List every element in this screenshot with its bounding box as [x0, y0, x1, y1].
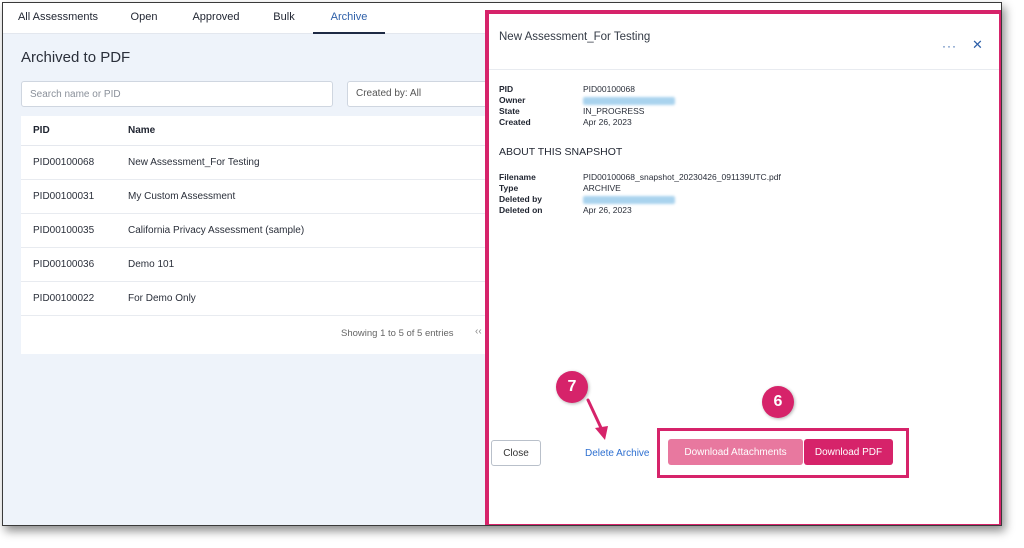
detail-label: State: [499, 106, 520, 116]
detail-label: Deleted by: [499, 194, 542, 204]
row-name: For Demo Only: [128, 293, 196, 304]
detail-value: Apr 26, 2023: [583, 117, 632, 127]
download-attachments-button[interactable]: Download Attachments: [668, 439, 803, 465]
detail-value: Apr 26, 2023: [583, 205, 632, 215]
app-window: All Assessments Open Approved Bulk Archi…: [2, 2, 1002, 526]
table-row[interactable]: PID00100031 My Custom Assessment: [21, 180, 501, 214]
redacted-value: [583, 194, 675, 205]
download-pdf-button[interactable]: Download PDF: [804, 439, 893, 465]
pagination-prev-icon[interactable]: ‹‹: [475, 326, 482, 337]
table-row[interactable]: PID00100022 For Demo Only: [21, 282, 501, 316]
row-pid: PID00100068: [33, 157, 95, 168]
archive-table: PID Name PID00100068 New Assessment_For …: [21, 116, 501, 354]
table-row[interactable]: PID00100035 California Privacy Assessmen…: [21, 214, 501, 248]
row-pid: PID00100035: [33, 225, 95, 236]
arrow-icon: [586, 398, 608, 440]
detail-label: PID: [499, 84, 514, 94]
callout-badge-6: 6: [762, 386, 794, 418]
tab-all-assessments[interactable]: All Assessments: [13, 3, 103, 34]
page-title: Archived to PDF: [21, 49, 131, 66]
snapshot-section-title: ABOUT THIS SNAPSHOT: [499, 146, 623, 158]
detail-value: ARCHIVE: [583, 183, 621, 193]
row-name: My Custom Assessment: [128, 191, 236, 202]
column-header-name[interactable]: Name: [128, 116, 155, 146]
detail-label: Type: [499, 183, 519, 193]
close-icon[interactable]: ✕: [972, 38, 983, 51]
pagination-summary: Showing 1 to 5 of 5 entries: [341, 328, 454, 339]
detail-value: PID00100068_snapshot_20230426_091139UTC.…: [583, 172, 781, 182]
panel-divider: [489, 69, 999, 70]
detail-value: IN_PROGRESS: [583, 106, 645, 116]
table-row[interactable]: PID00100068 New Assessment_For Testing: [21, 146, 501, 180]
search-input[interactable]: [21, 81, 333, 107]
row-name: New Assessment_For Testing: [128, 157, 260, 168]
tab-archive[interactable]: Archive: [313, 3, 385, 34]
tab-bulk[interactable]: Bulk: [265, 3, 303, 34]
archive-detail-panel: New Assessment_For Testing ··· ✕ PID PID…: [485, 10, 1001, 525]
tab-approved[interactable]: Approved: [185, 3, 247, 34]
download-buttons-highlight: Download Attachments Download PDF: [657, 428, 909, 478]
row-pid: PID00100036: [33, 259, 95, 270]
detail-label: Deleted on: [499, 205, 543, 215]
row-name: Demo 101: [128, 259, 175, 270]
detail-label: Created: [499, 117, 531, 127]
detail-label: Owner: [499, 95, 526, 105]
detail-value: PID00100068: [583, 84, 635, 94]
row-name: California Privacy Assessment (sample): [128, 225, 305, 236]
more-options-icon[interactable]: ···: [942, 39, 957, 53]
redacted-value: [583, 95, 675, 106]
detail-label: Filename: [499, 172, 536, 182]
table-header: PID Name: [21, 116, 501, 146]
table-row[interactable]: PID00100036 Demo 101: [21, 248, 501, 282]
panel-title: New Assessment_For Testing: [499, 31, 651, 43]
tab-open[interactable]: Open: [121, 3, 167, 34]
column-header-pid[interactable]: PID: [33, 116, 50, 146]
delete-archive-link[interactable]: Delete Archive: [585, 448, 649, 459]
row-pid: PID00100031: [33, 191, 95, 202]
created-by-filter[interactable]: Created by: All: [347, 81, 507, 107]
close-button[interactable]: Close: [491, 440, 541, 466]
row-pid: PID00100022: [33, 293, 95, 304]
